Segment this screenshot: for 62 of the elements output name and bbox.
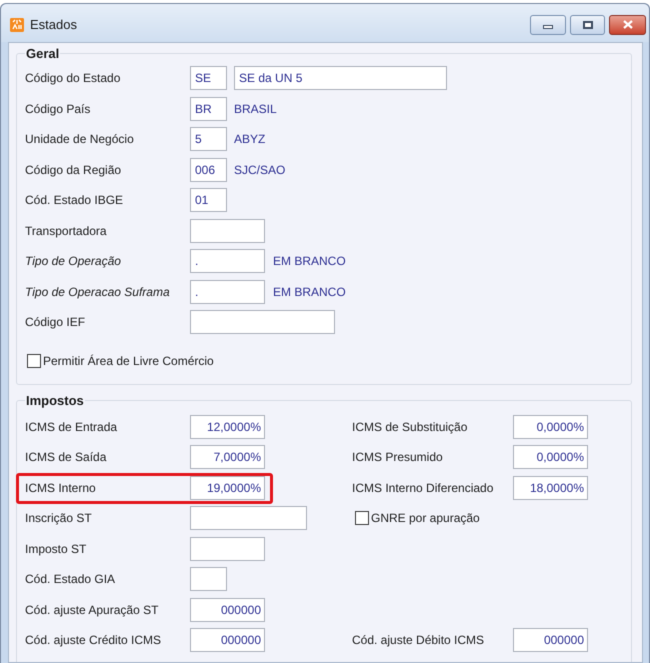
field-label: Transportadora [25,222,108,240]
field-label: ICMS Presumido [352,449,444,466]
group-title: Geral [25,46,60,61]
text-field[interactable]: . [190,280,265,304]
text-field[interactable]: SE da UN 5 [234,66,447,90]
text-field[interactable]: 000000 [190,628,265,652]
field-label: Cód. ajuste Crédito ICMS [25,632,162,650]
field-label: ICMS Interno Diferenciado [352,480,494,497]
field-description: BRASIL [234,100,277,118]
field-label: ICMS Interno [25,480,97,497]
field-label: Cód. Estado GIA [25,571,116,588]
text-field[interactable]: 12,0000% [190,414,265,439]
app-icon [10,18,24,32]
field-label: Código do Estado [25,70,122,88]
group-title: Impostos [25,392,85,408]
window-title: Estados [30,16,77,34]
minimize-button[interactable] [530,14,566,34]
text-field[interactable] [190,567,227,592]
checkbox[interactable] [355,511,369,526]
text-field[interactable]: 006 [190,158,227,182]
minimize-icon [543,25,553,29]
field-label: Inscrição ST [25,510,93,528]
checkbox[interactable] [27,354,41,368]
field-label: Cód. ajuste Débito ICMS [352,632,486,650]
text-field[interactable]: . [190,249,265,274]
text-field[interactable] [190,536,265,561]
text-field[interactable]: 0,0000% [513,414,588,439]
field-label: ICMS de Saída [25,449,108,466]
field-description: SJC/SAO [234,162,286,179]
text-field[interactable] [190,506,307,530]
text-field[interactable]: SE [190,66,227,90]
field-label: Código da Região [25,162,122,179]
field-label: Tipo de Operação [25,253,122,270]
checkbox-label: GNRE por apuração [371,510,480,528]
maximize-icon [582,20,592,28]
field-label: Cód. Estado IBGE [25,192,124,210]
close-button[interactable] [609,14,646,34]
field-label: Código País [25,100,92,118]
field-label: Unidade de Negócio [25,131,135,148]
field-description: EM BRANCO [273,284,346,301]
field-label: Imposto ST [25,540,88,558]
text-field[interactable] [190,310,335,334]
maximize-button[interactable] [570,14,605,34]
text-field[interactable]: 01 [190,188,227,212]
text-field[interactable]: 19,0000% [190,476,265,500]
field-description: EM BRANCO [273,253,346,270]
text-field[interactable]: 000000 [513,628,588,652]
field-label: Tipo de Operacao Suframa [25,284,171,301]
checkbox-label: Permitir Área de Livre Comércio [43,352,214,370]
text-field[interactable] [190,218,265,243]
field-label: ICMS de Entrada [25,418,118,436]
close-icon [622,20,632,29]
field-label: ICMS de Substituição [352,418,468,436]
text-field[interactable]: 000000 [190,598,265,622]
field-label: Código IEF [25,314,86,332]
text-field[interactable]: 0,0000% [513,445,588,470]
text-field[interactable]: 5 [190,127,227,152]
field-label: Cód. ajuste Apuração ST [25,602,160,619]
text-field[interactable]: 7,0000% [190,445,265,470]
text-field[interactable]: 18,0000% [513,476,588,500]
text-field[interactable]: BR [190,96,227,121]
field-description: ABYZ [234,131,266,148]
